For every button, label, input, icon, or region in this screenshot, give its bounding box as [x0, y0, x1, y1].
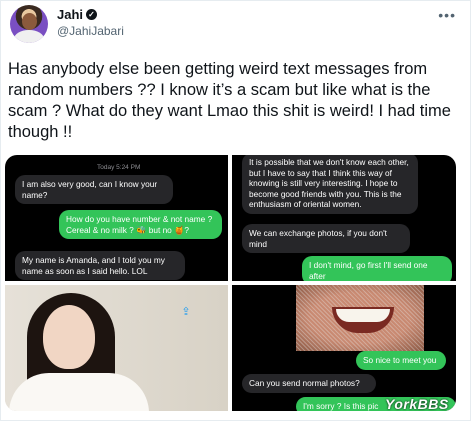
media-grid: Today 5:24 PM I am also very good, can I… — [5, 155, 456, 411]
received-message: I am also very good, can I know your nam… — [15, 175, 173, 204]
message-timestamp: Today 5:24 PM — [97, 164, 141, 171]
received-message: Can you send normal photos? — [242, 374, 376, 393]
author-name-row[interactable]: Jahi ✓ — [57, 7, 98, 22]
author-name[interactable]: Jahi — [57, 7, 83, 22]
sent-message: So nice to meet you — [356, 351, 446, 370]
avatar[interactable] — [10, 5, 48, 43]
watermark: YorkBBS — [385, 396, 449, 412]
share-icon: ⇪ — [181, 306, 191, 318]
sent-message: I don't mind, go first I'll send one aft… — [302, 256, 452, 281]
sent-message: How do you have number & not name ? Cere… — [59, 210, 222, 239]
verified-badge-icon: ✓ — [86, 9, 98, 20]
photo-blouse — [9, 373, 149, 411]
more-horizontal-icon[interactable]: ••• — [438, 7, 456, 23]
tweet: Jahi ✓ @JahiJabari ••• Has anybody else … — [0, 0, 471, 421]
avatar-face — [22, 13, 37, 30]
author-handle[interactable]: @JahiJabari — [57, 24, 124, 38]
media-photo-woman[interactable]: ⇪ — [5, 285, 228, 411]
photo-smile-teeth — [336, 309, 390, 322]
media-chat-screenshot-2[interactable]: It is possible that we don't know each o… — [232, 155, 456, 281]
received-message: It is possible that we don't know each o… — [242, 155, 418, 214]
avatar-shirt — [14, 30, 44, 43]
tweet-text: Has anybody else been getting weird text… — [8, 60, 451, 141]
photo-face — [43, 305, 95, 369]
media-chat-screenshot-4[interactable]: So nice to meet you Can you send normal … — [232, 285, 456, 411]
media-chat-screenshot-1[interactable]: Today 5:24 PM I am also very good, can I… — [5, 155, 228, 281]
received-message: We can exchange photos, if you don't min… — [242, 224, 410, 253]
received-message: My name is Amanda, and I told you my nam… — [15, 251, 185, 280]
